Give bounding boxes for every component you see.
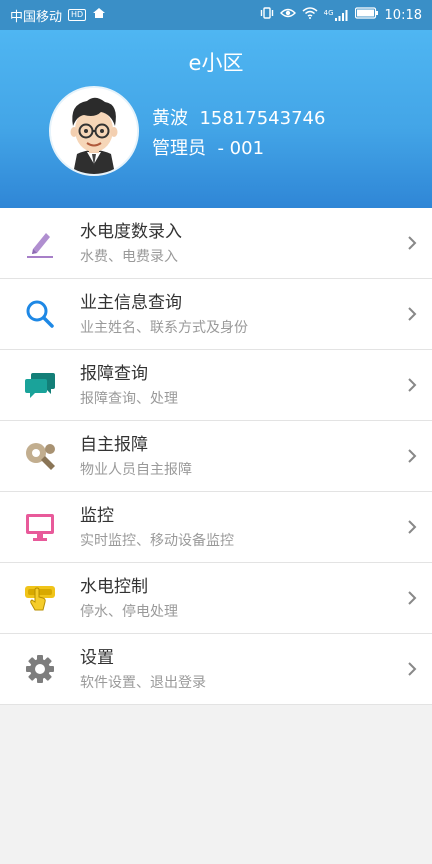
chevron-right-icon — [392, 661, 432, 677]
eye-comfort-icon — [279, 7, 296, 23]
chevron-right-icon — [392, 306, 432, 322]
menu-item-owner-query[interactable]: 业主信息查询 业主姓名、联系方式及身份 — [0, 279, 432, 350]
menu-item-subtitle: 实时监控、移动设备监控 — [80, 532, 234, 549]
menu-item-utility-reading[interactable]: 水电度数录入 水费、电费录入 — [0, 208, 432, 279]
cell-signal-icon: 4G — [324, 9, 349, 21]
pencil-icon — [0, 227, 80, 259]
menu-item-subtitle: 物业人员自主报障 — [80, 461, 192, 478]
hd-badge: HD — [68, 9, 87, 21]
menu-item-title: 报障查询 — [80, 363, 148, 384]
menu-list: 水电度数录入 水费、电费录入 业主信息查询 业主姓名、联系方式及身份 报障查询 … — [0, 208, 432, 705]
menu-item-monitoring[interactable]: 监控 实时监控、移动设备监控 — [0, 492, 432, 563]
clock-label: 10:18 — [384, 7, 422, 23]
menu-item-title: 水电度数录入 — [80, 221, 182, 242]
home-status-icon — [92, 7, 106, 23]
search-icon — [0, 298, 80, 330]
user-name-line: 黄波 15817543746 — [152, 104, 325, 130]
avatar[interactable] — [49, 86, 139, 176]
menu-item-utility-control[interactable]: 水电控制 停水、停电处理 — [0, 563, 432, 634]
menu-item-title: 水电控制 — [80, 576, 148, 597]
menu-item-title: 监控 — [80, 505, 114, 526]
menu-item-settings[interactable]: 设置 软件设置、退出登录 — [0, 634, 432, 705]
user-role-id: - 001 — [217, 138, 265, 159]
profile-header: e小区 黄波 15817543746 管理员 - 001 — [0, 30, 432, 208]
wrench-icon — [0, 440, 80, 472]
menu-item-subtitle: 报障查询、处理 — [80, 390, 178, 407]
chat-bubbles-icon — [0, 369, 80, 401]
menu-item-subtitle: 停水、停电处理 — [80, 603, 178, 620]
menu-item-self-report[interactable]: 自主报障 物业人员自主报障 — [0, 421, 432, 492]
chevron-right-icon — [392, 590, 432, 606]
gear-icon — [0, 653, 80, 685]
menu-item-subtitle: 业主姓名、联系方式及身份 — [80, 319, 248, 336]
chevron-right-icon — [392, 235, 432, 251]
vibrate-icon — [260, 7, 274, 23]
menu-item-title: 自主报障 — [80, 434, 148, 455]
wifi-icon — [302, 7, 318, 23]
chevron-right-icon — [392, 448, 432, 464]
menu-item-title: 设置 — [80, 647, 114, 668]
user-phone: 15817543746 — [199, 108, 326, 129]
app-title: e小区 — [188, 51, 244, 75]
network-type-label: 4G — [323, 9, 334, 17]
user-role: 管理员 — [152, 138, 206, 159]
menu-item-title: 业主信息查询 — [80, 292, 182, 313]
menu-item-subtitle: 水费、电费录入 — [80, 248, 178, 265]
carrier-label: 中国移动 — [10, 9, 63, 25]
cartoon-avatar-icon — [51, 88, 137, 174]
menu-item-subtitle: 软件设置、退出登录 — [80, 674, 206, 691]
chevron-right-icon — [392, 519, 432, 535]
status-bar: 中国移动 HD 4G 10:18 — [0, 0, 432, 30]
tap-control-icon — [0, 582, 80, 614]
chevron-right-icon — [392, 377, 432, 393]
user-role-line: 管理员 - 001 — [152, 134, 264, 160]
user-name: 黄波 — [152, 108, 188, 129]
menu-item-fault-query[interactable]: 报障查询 报障查询、处理 — [0, 350, 432, 421]
battery-icon — [354, 7, 379, 23]
monitor-icon — [0, 511, 80, 543]
